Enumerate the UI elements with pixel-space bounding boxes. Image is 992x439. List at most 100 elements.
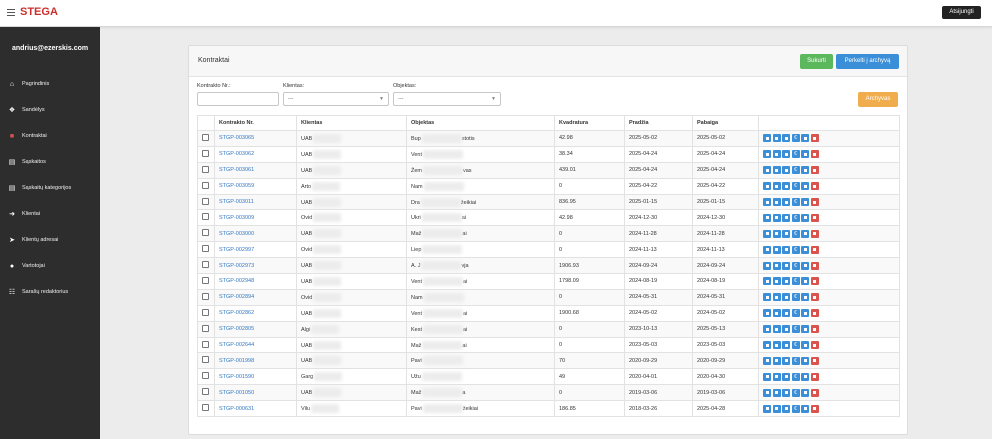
view-icon[interactable] (772, 134, 781, 143)
contract-link[interactable]: STGP-003059 (219, 183, 254, 189)
trash-icon[interactable] (810, 277, 819, 286)
trash-icon[interactable] (810, 309, 819, 318)
column-header[interactable]: Pabaiga (692, 115, 759, 131)
print-icon[interactable] (763, 213, 771, 222)
euro-icon[interactable]: € (791, 229, 800, 238)
trash-icon[interactable] (810, 198, 819, 206)
row-checkbox[interactable] (202, 149, 209, 157)
edit-icon[interactable] (801, 372, 809, 381)
document-icon[interactable] (782, 245, 790, 254)
view-icon[interactable] (772, 309, 781, 318)
print-icon[interactable] (763, 198, 771, 206)
edit-icon[interactable] (801, 198, 809, 206)
document-icon[interactable] (782, 372, 790, 381)
euro-icon[interactable]: € (791, 182, 800, 191)
view-icon[interactable] (772, 245, 781, 254)
sidebar-item-7[interactable]: ● Vartotojai (0, 253, 100, 279)
trash-icon[interactable] (810, 325, 819, 334)
document-icon[interactable] (782, 277, 790, 286)
view-icon[interactable] (772, 213, 781, 222)
euro-icon[interactable]: € (791, 325, 800, 334)
euro-icon[interactable]: € (791, 134, 800, 143)
euro-icon[interactable]: € (791, 150, 800, 159)
create-button[interactable]: Sukurti (800, 54, 833, 69)
row-checkbox[interactable] (202, 324, 209, 332)
euro-icon[interactable]: € (791, 356, 800, 365)
row-checkbox[interactable] (202, 356, 209, 364)
view-icon[interactable] (772, 341, 781, 350)
contract-link[interactable]: STGP-002644 (219, 342, 254, 348)
edit-icon[interactable] (801, 277, 809, 286)
archive-button[interactable]: Archyvas (858, 92, 898, 107)
row-checkbox[interactable] (202, 340, 209, 348)
row-checkbox[interactable] (202, 165, 209, 173)
sidebar-item-6[interactable]: ➤ Klientų adresai (0, 227, 100, 253)
document-icon[interactable] (782, 134, 790, 143)
euro-icon[interactable]: € (791, 277, 800, 286)
trash-icon[interactable] (810, 166, 819, 175)
sidebar-item-1[interactable]: ❖ Sandėlys (0, 97, 100, 123)
sidebar-item-5[interactable]: ➜ Klientai (0, 201, 100, 227)
contract-link[interactable]: STGP-002948 (219, 278, 254, 284)
row-checkbox[interactable] (202, 404, 209, 412)
euro-icon[interactable]: € (791, 245, 800, 254)
row-checkbox[interactable] (202, 245, 209, 253)
document-icon[interactable] (782, 388, 790, 397)
edit-icon[interactable] (801, 150, 809, 159)
document-icon[interactable] (782, 213, 790, 222)
contract-link[interactable]: STGP-003011 (219, 199, 254, 205)
row-checkbox[interactable] (202, 133, 209, 141)
brand-logo[interactable]: STEGA (20, 6, 58, 18)
column-header[interactable]: Pradžia (624, 115, 693, 131)
sidebar-item-0[interactable]: ⌂ Pagrindinis (0, 71, 100, 97)
view-icon[interactable] (772, 372, 781, 381)
trash-icon[interactable] (810, 261, 819, 270)
row-checkbox[interactable] (202, 213, 209, 221)
view-icon[interactable] (772, 166, 781, 175)
contract-link[interactable]: STGP-000631 (219, 406, 254, 412)
contract-link[interactable]: STGP-003062 (219, 151, 254, 157)
document-icon[interactable] (782, 166, 790, 175)
column-header[interactable]: Kvadratura (554, 115, 625, 131)
edit-icon[interactable] (801, 261, 809, 270)
edit-icon[interactable] (801, 309, 809, 318)
view-icon[interactable] (772, 325, 781, 334)
document-icon[interactable] (782, 341, 790, 350)
print-icon[interactable] (763, 356, 771, 365)
document-icon[interactable] (782, 404, 790, 413)
edit-icon[interactable] (801, 404, 809, 413)
edit-icon[interactable] (801, 134, 809, 143)
document-icon[interactable] (782, 198, 790, 206)
trash-icon[interactable] (810, 134, 819, 143)
print-icon[interactable] (763, 134, 771, 143)
trash-icon[interactable] (810, 182, 819, 191)
trash-icon[interactable] (810, 388, 819, 397)
document-icon[interactable] (782, 261, 790, 270)
document-icon[interactable] (782, 325, 790, 334)
edit-icon[interactable] (801, 388, 809, 397)
view-icon[interactable] (772, 261, 781, 270)
euro-icon[interactable]: € (791, 261, 800, 270)
view-icon[interactable] (772, 293, 781, 302)
view-icon[interactable] (772, 150, 781, 159)
edit-icon[interactable] (801, 166, 809, 175)
view-icon[interactable] (772, 404, 781, 413)
euro-icon[interactable]: € (791, 341, 800, 350)
trash-icon[interactable] (810, 229, 819, 238)
column-header[interactable]: Objektas (406, 115, 555, 131)
contract-link[interactable]: STGP-002805 (219, 326, 254, 332)
trash-icon[interactable] (810, 341, 819, 350)
view-icon[interactable] (772, 229, 781, 238)
object-filter-select[interactable]: --- ▼ (393, 92, 501, 106)
document-icon[interactable] (782, 229, 790, 238)
move-to-archive-button[interactable]: Perkelti į archyvą (836, 54, 899, 69)
print-icon[interactable] (763, 245, 771, 254)
document-icon[interactable] (782, 182, 790, 191)
euro-icon[interactable]: € (791, 293, 800, 302)
print-icon[interactable] (763, 293, 771, 302)
row-checkbox[interactable] (202, 181, 209, 189)
contract-link[interactable]: STGP-002997 (219, 247, 254, 253)
view-icon[interactable] (772, 198, 781, 206)
row-checkbox[interactable] (202, 292, 209, 300)
trash-icon[interactable] (810, 245, 819, 254)
